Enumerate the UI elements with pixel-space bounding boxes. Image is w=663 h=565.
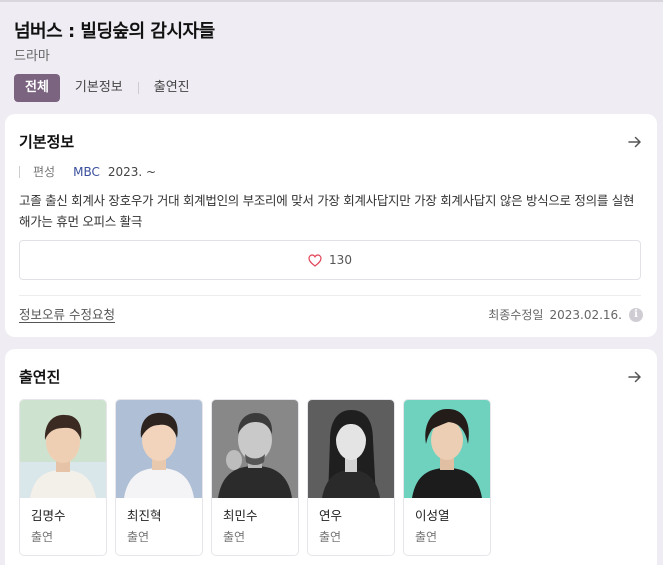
- cast-name: 연우: [319, 508, 343, 523]
- basic-info-card: 기본정보 편성 MBC 2023. ~ 고졸 출신 회계사 장호우가 거대 회계…: [5, 114, 657, 337]
- broadcast-info: 편성 MBC 2023. ~: [19, 164, 156, 180]
- network-link[interactable]: MBC: [73, 164, 100, 180]
- person-photo-icon: [116, 400, 202, 498]
- info-icon[interactable]: i: [629, 308, 643, 322]
- tab-cast[interactable]: 출연진: [154, 74, 190, 102]
- arrow-right-icon[interactable]: [627, 369, 643, 385]
- last-updated: 최종수정일 2023.02.16. i: [488, 307, 643, 323]
- tab-all[interactable]: 전체: [14, 74, 60, 102]
- like-count: 130: [329, 253, 352, 267]
- heart-icon: [308, 253, 322, 267]
- like-button[interactable]: 130: [19, 240, 641, 280]
- cast-name: 이성열: [415, 508, 450, 523]
- cast-role: 출연: [319, 530, 342, 544]
- basic-info-title: 기본정보: [19, 133, 75, 151]
- updated-date: 2023.02.16.: [549, 308, 622, 322]
- top-border: [0, 0, 663, 2]
- cast-photo: [116, 400, 202, 498]
- genre-label: 드라마: [14, 49, 50, 64]
- cast-member[interactable]: 최진혁 출연: [115, 399, 203, 556]
- cast-list: 김명수 출연 최진혁 출연 최민수 출연 연우 출연 이성열 출연: [19, 399, 499, 556]
- report-error-link[interactable]: 정보오류 수정요청: [19, 307, 115, 323]
- cast-member[interactable]: 이성열 출연: [403, 399, 491, 556]
- cast-member[interactable]: 최민수 출연: [211, 399, 299, 556]
- cast-card-section: 출연진 김명수 출연 최진혁 출연 최민수 출연 연우 출연 이성열 출연: [5, 349, 657, 565]
- person-photo-icon: [308, 400, 394, 498]
- meta-divider: [19, 166, 20, 178]
- person-photo-icon: [404, 400, 490, 498]
- cast-role: 출연: [127, 530, 150, 544]
- tab-basic-info[interactable]: 기본정보: [75, 74, 123, 102]
- cast-member[interactable]: 연우 출연: [307, 399, 395, 556]
- cast-title: 출연진: [19, 368, 61, 386]
- person-photo-icon: [212, 400, 298, 498]
- cast-photo: [404, 400, 490, 498]
- synopsis-text: 고졸 출신 회계사 장호우가 거대 회계법인의 부조리에 맞서 가장 회계사답지…: [19, 193, 635, 229]
- card-divider: [19, 295, 641, 296]
- cast-name: 최민수: [223, 508, 258, 523]
- cast-role: 출연: [31, 530, 54, 544]
- cast-photo: [20, 400, 106, 498]
- air-year: 2023. ~: [107, 165, 157, 179]
- updated-label: 최종수정일: [488, 308, 544, 322]
- tab-bar: 전체 기본정보 출연진: [14, 74, 190, 102]
- cast-name: 최진혁: [127, 508, 162, 523]
- cast-name: 김명수: [31, 508, 66, 523]
- page-header: 넘버스 : 빌딩숲의 감시자들 드라마: [14, 20, 654, 65]
- page-title: 넘버스 : 빌딩숲의 감시자들: [14, 21, 215, 42]
- cast-photo: [212, 400, 298, 498]
- cast-role: 출연: [415, 530, 438, 544]
- broadcast-label: 편성: [33, 165, 56, 179]
- tab-divider: [137, 82, 139, 94]
- cast-role: 출연: [223, 530, 246, 544]
- person-photo-icon: [20, 400, 106, 498]
- cast-photo: [308, 400, 394, 498]
- cast-member[interactable]: 김명수 출연: [19, 399, 107, 556]
- arrow-right-icon[interactable]: [627, 134, 643, 150]
